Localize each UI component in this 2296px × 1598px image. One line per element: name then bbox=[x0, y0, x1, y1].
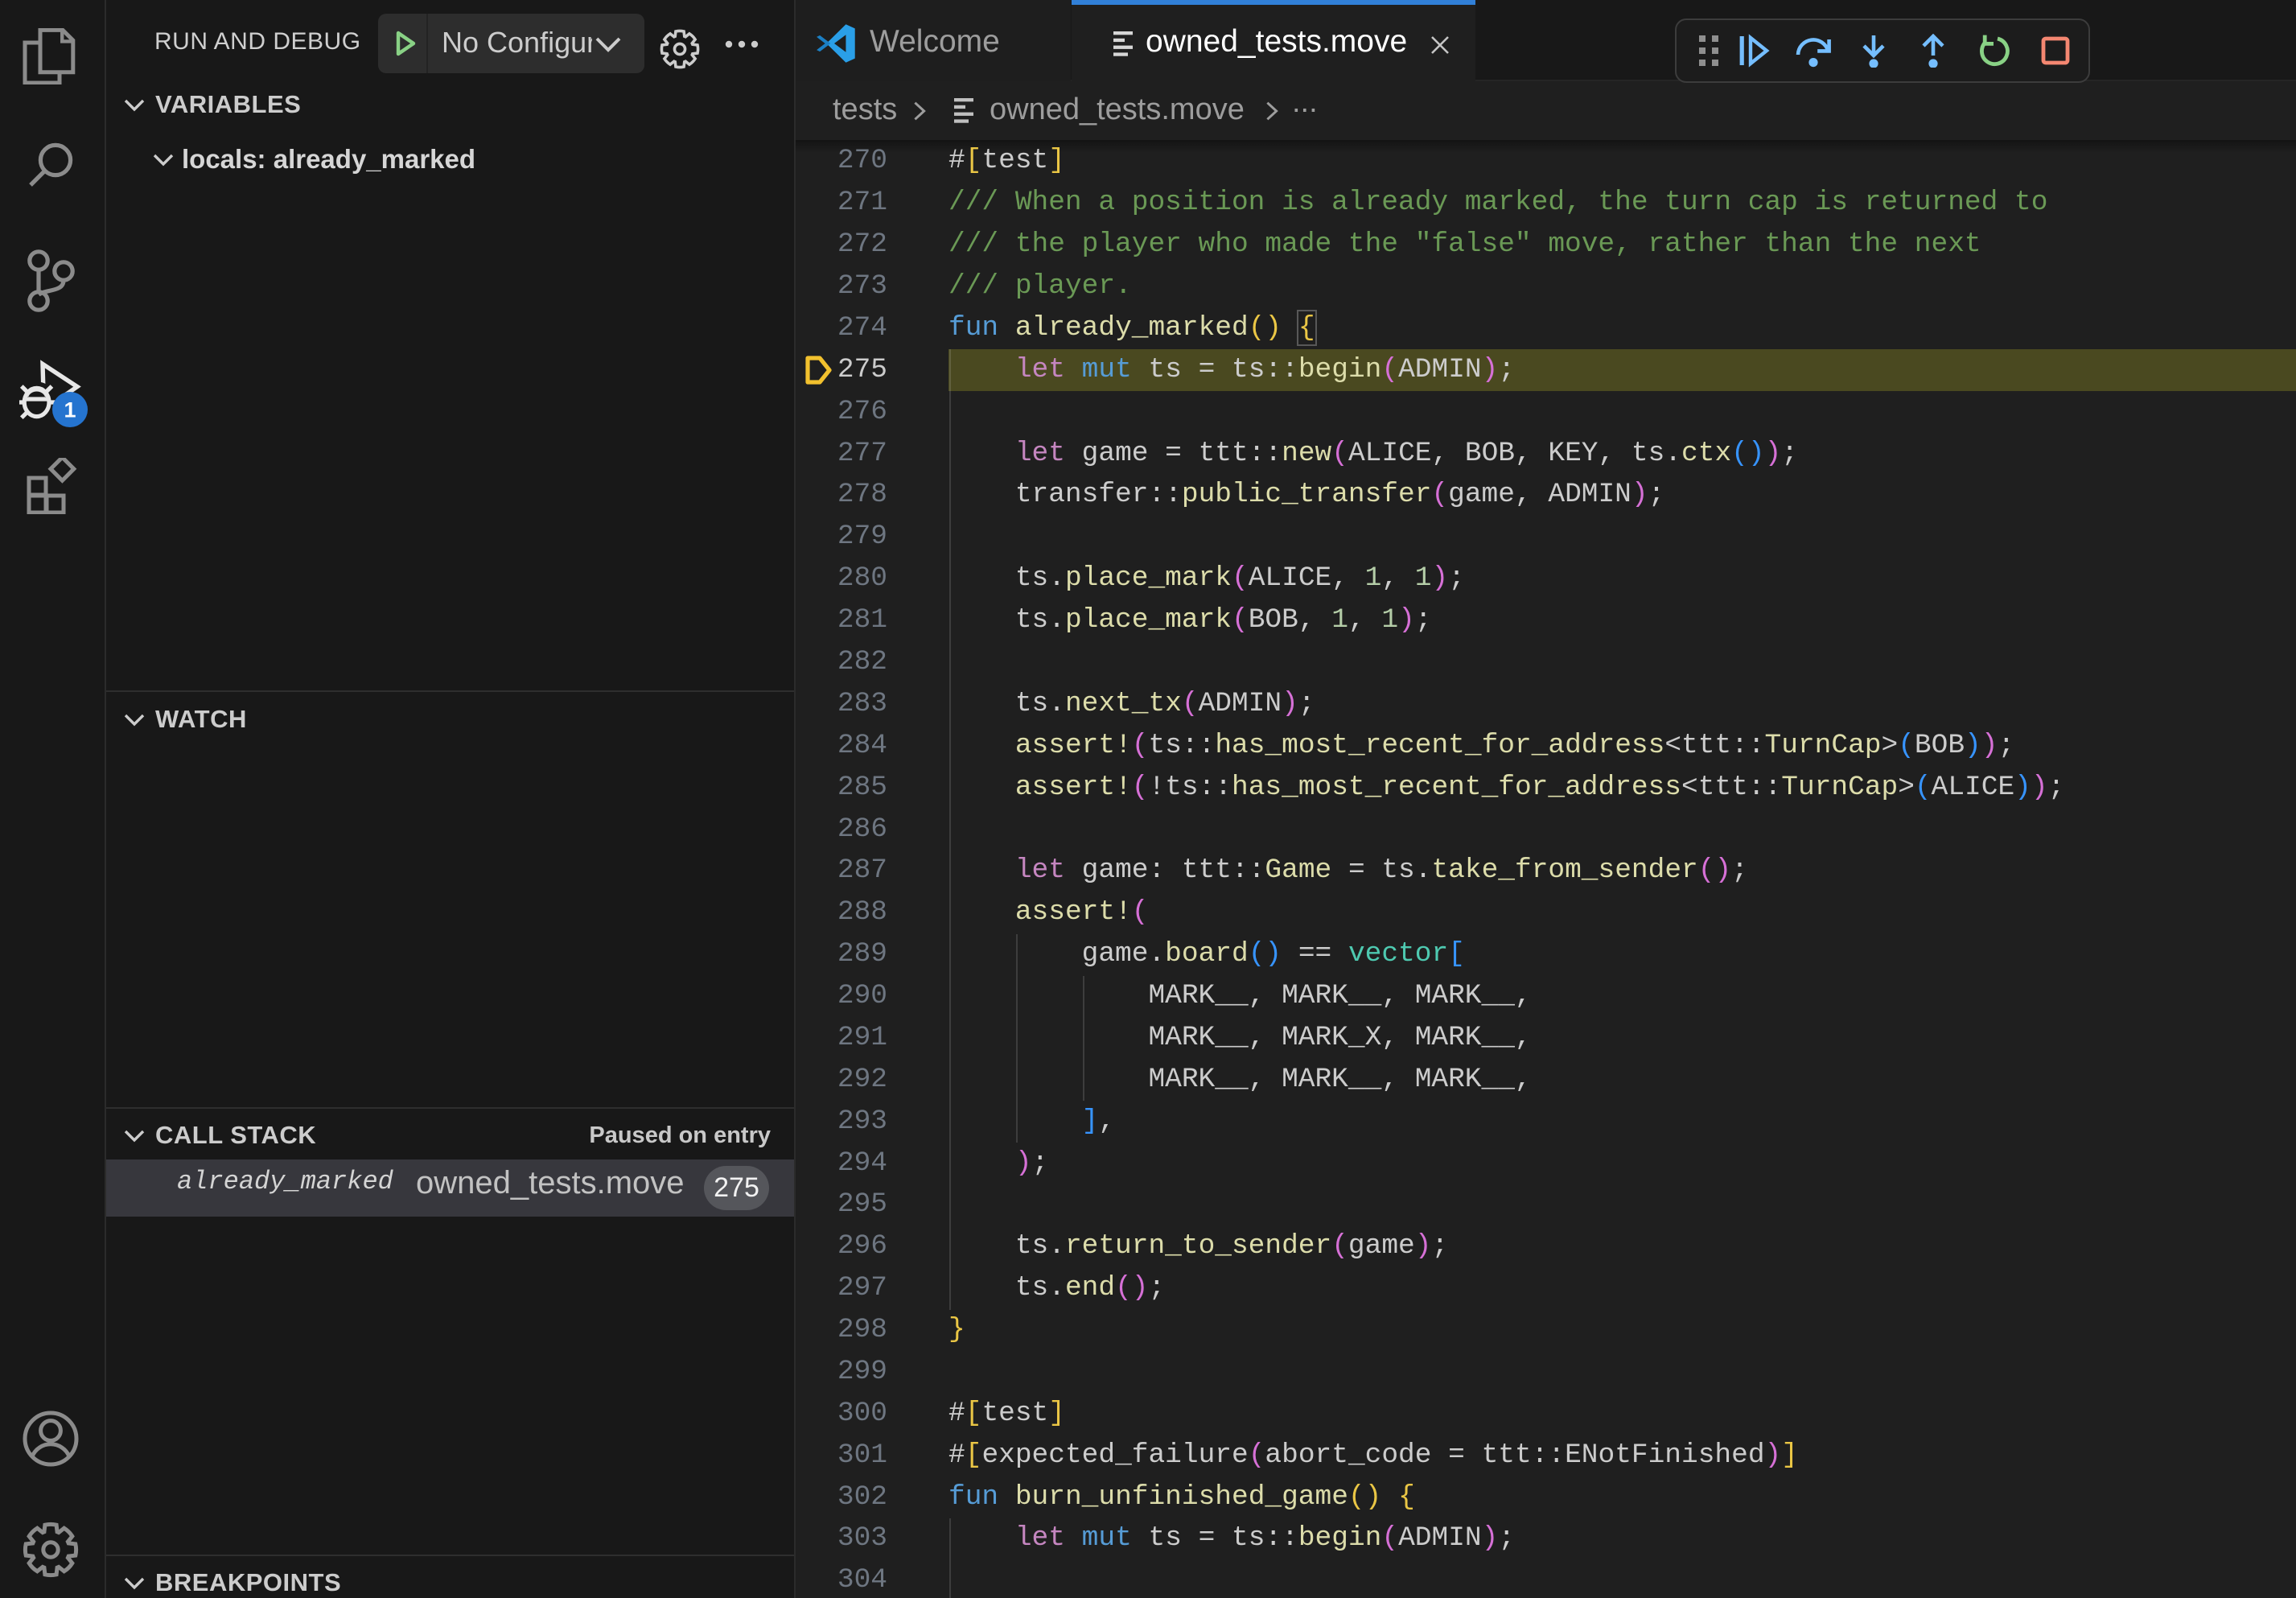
svg-text:1: 1 bbox=[64, 398, 76, 422]
